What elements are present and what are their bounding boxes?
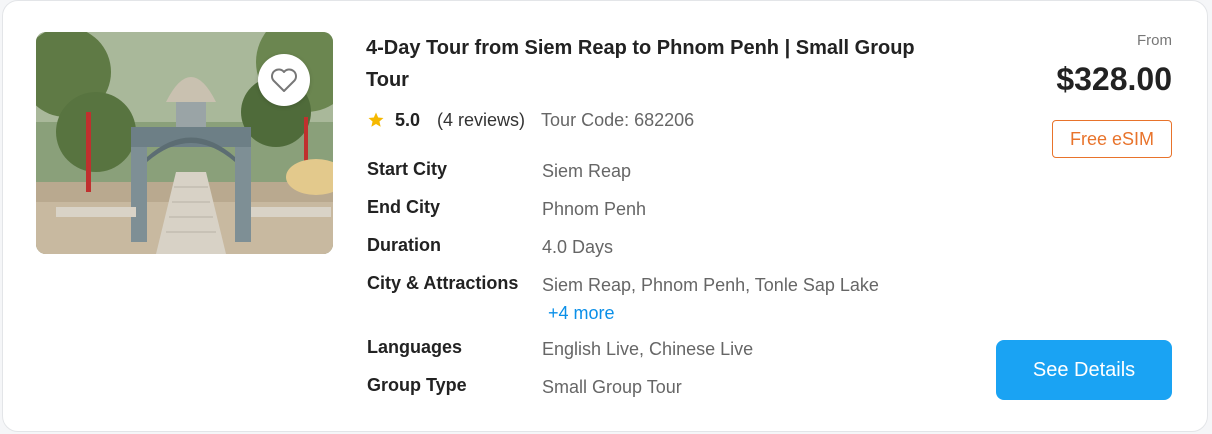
rating-row: 5.0 (4 reviews) Tour Code: 682206 [367, 108, 694, 132]
favorite-button[interactable] [258, 54, 310, 106]
end-city-label: End City [367, 197, 441, 217]
group-type-label: Group Type [367, 375, 467, 395]
languages-value: English Live, Chinese Live [542, 339, 754, 359]
tour-title[interactable]: 4-Day Tour from Siem Reap to Phnom Penh … [366, 32, 926, 96]
rating-score: 5.0 [395, 109, 421, 130]
attractions-label: City & Attractions [367, 273, 519, 293]
tour-card: 4-Day Tour from Siem Reap to Phnom Penh … [2, 0, 1208, 432]
price: $328.00 [1056, 61, 1172, 97]
see-details-button[interactable]: See Details [996, 340, 1172, 400]
free-esim-badge: Free eSIM [1052, 120, 1172, 158]
group-type-value: Small Group Tour [542, 377, 682, 397]
from-label: From [1137, 32, 1172, 49]
duration-value: 4.0 Days [542, 237, 614, 257]
star-icon [368, 112, 384, 127]
start-city-label: Start City [367, 159, 448, 179]
duration-label: Duration [367, 235, 441, 255]
heart-outline-icon [271, 68, 297, 92]
end-city-value: Phnom Penh [542, 199, 647, 219]
start-city-value: Siem Reap [542, 161, 632, 181]
languages-label: Languages [367, 337, 463, 357]
more-attractions-link[interactable]: +4 more [548, 303, 615, 324]
tour-photo[interactable] [36, 32, 333, 254]
review-count[interactable]: (4 reviews) [437, 110, 525, 131]
tour-code: Tour Code: 682206 [541, 109, 695, 130]
attractions-value: Siem Reap, Phnom Penh, Tonle Sap Lake [542, 275, 879, 295]
